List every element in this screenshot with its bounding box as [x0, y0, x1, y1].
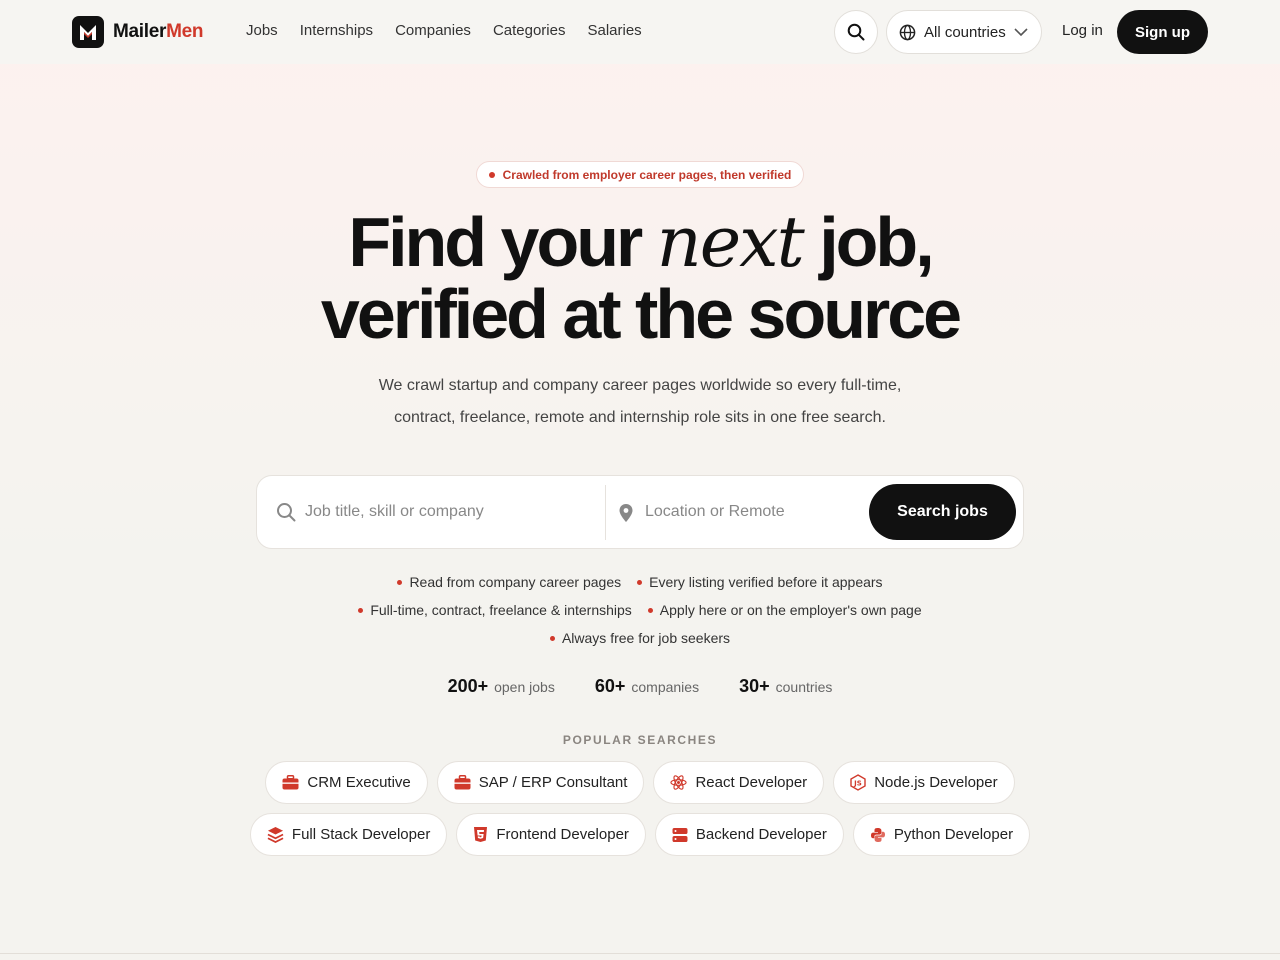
stat-label: countries: [775, 679, 833, 695]
chip-label: Node.js Developer: [874, 774, 998, 791]
stat-label: companies: [631, 679, 700, 695]
feature-item: Every listing verified before it appears: [637, 574, 883, 590]
chip-label: Full Stack Developer: [291, 826, 431, 843]
bullet-icon: [549, 635, 555, 641]
top-nav: MailerMen Jobs Internships Companies Cat…: [0, 0, 1280, 64]
feature-text: Full-time, contract, freelance & interns…: [370, 602, 632, 618]
feature-item: Read from company career pages: [397, 574, 621, 590]
chip-frontend-developer[interactable]: Frontend Developer: [456, 813, 646, 856]
country-label: All countries: [924, 23, 1006, 41]
headline-part2: job,: [802, 203, 934, 281]
chip-label: CRM Executive: [307, 774, 411, 791]
badge-dot-icon: [488, 171, 495, 178]
chip-sap-erp-consultant[interactable]: SAP / ERP Consultant: [436, 761, 645, 804]
nav-link-salaries[interactable]: Salaries: [587, 22, 641, 39]
chip-full-stack-developer[interactable]: Full Stack Developer: [249, 813, 448, 856]
popular-searches: CRM Executive SAP / ERP Consultant React…: [0, 761, 1280, 865]
chip-label: SAP / ERP Consultant: [478, 774, 628, 791]
stat-label: open jobs: [494, 679, 555, 695]
briefcase-icon: [454, 775, 471, 790]
feature-text: Always free for job seekers: [561, 630, 731, 646]
stat-countries: 30+ countries: [739, 676, 832, 697]
signup-button[interactable]: Sign up: [1117, 10, 1208, 54]
stat-companies: 60+ companies: [595, 676, 699, 697]
nav-search-button[interactable]: [834, 10, 878, 54]
layers-icon: [267, 826, 284, 843]
feature-list: Read from company career pages Every lis…: [0, 568, 1280, 652]
feature-text: Read from company career pages: [409, 574, 622, 590]
chevron-down-icon: [1014, 28, 1028, 37]
nav-links: Jobs Internships Companies Categories Sa…: [246, 22, 664, 39]
login-link[interactable]: Log in: [1062, 22, 1103, 39]
chip-label: React Developer: [695, 774, 808, 791]
stat-number: 60+: [594, 676, 626, 696]
headline-italic: next: [656, 201, 805, 283]
job-query-input[interactable]: [305, 492, 595, 532]
popular-searches-title: POPULAR SEARCHES: [562, 733, 718, 747]
react-icon: [670, 775, 688, 790]
search-jobs-button[interactable]: Search jobs: [869, 484, 1016, 540]
svg-text:JS: JS: [853, 780, 862, 788]
hero-subtitle: We crawl startup and company career page…: [378, 377, 902, 426]
briefcase-icon: [282, 775, 299, 790]
hero-headline: Find your next job, verified at the sour…: [0, 206, 1280, 350]
feature-item: Full-time, contract, freelance & interns…: [358, 602, 632, 618]
chip-crm-executive[interactable]: CRM Executive: [265, 761, 428, 804]
logo-mark-icon: [72, 16, 104, 48]
nav-link-categories[interactable]: Categories: [493, 22, 566, 39]
location-pin-icon: [619, 504, 633, 522]
chip-label: Python Developer: [893, 826, 1014, 843]
job-search-form: Search jobs: [256, 475, 1024, 549]
stat-number: 200+: [447, 676, 489, 696]
footer-divider: [0, 953, 1280, 954]
headline-part1: Find your: [348, 203, 657, 281]
bullet-icon: [358, 607, 364, 613]
feature-item: Always free for job seekers: [549, 630, 731, 646]
nav-link-companies[interactable]: Companies: [395, 22, 471, 39]
logo[interactable]: MailerMen: [72, 16, 204, 48]
search-icon: [847, 23, 865, 41]
chip-backend-developer[interactable]: Backend Developer: [654, 813, 844, 856]
nav-link-jobs[interactable]: Jobs: [246, 22, 278, 39]
chip-python-developer[interactable]: Python Developer: [852, 813, 1031, 856]
chip-nodejs-developer[interactable]: JS Node.js Developer: [833, 761, 1015, 804]
search-divider: [605, 485, 606, 540]
bullet-icon: [397, 579, 403, 585]
badge-text: Crawled from employer career pages, then…: [502, 167, 792, 182]
country-selector[interactable]: All countries: [886, 10, 1042, 54]
stats-row: 200+ open jobs 60+ companies 30+ countri…: [0, 676, 1280, 697]
server-icon: [672, 827, 688, 842]
chip-label: Frontend Developer: [496, 826, 629, 843]
bullet-icon: [647, 607, 653, 613]
chip-react-developer[interactable]: React Developer: [653, 761, 825, 804]
globe-icon: [899, 24, 916, 40]
feature-text: Apply here or on the employer's own page: [659, 602, 922, 618]
feature-text: Every listing verified before it appears: [649, 574, 883, 590]
nav-link-internships[interactable]: Internships: [300, 22, 373, 39]
bullet-icon: [637, 579, 643, 585]
feature-item: Apply here or on the employer's own page: [647, 602, 922, 618]
python-icon: [870, 827, 885, 842]
hero-badge: Crawled from employer career pages, then…: [476, 161, 804, 188]
search-icon: [277, 503, 296, 522]
location-input[interactable]: [645, 492, 855, 532]
headline-line2: verified at the source: [320, 275, 962, 353]
html5-icon: [474, 827, 488, 842]
nodejs-icon: JS: [850, 774, 866, 791]
stat-open-jobs: 200+ open jobs: [448, 676, 555, 697]
chip-label: Backend Developer: [695, 826, 827, 843]
logo-text: MailerMen: [113, 21, 204, 42]
stat-number: 30+: [739, 676, 770, 696]
